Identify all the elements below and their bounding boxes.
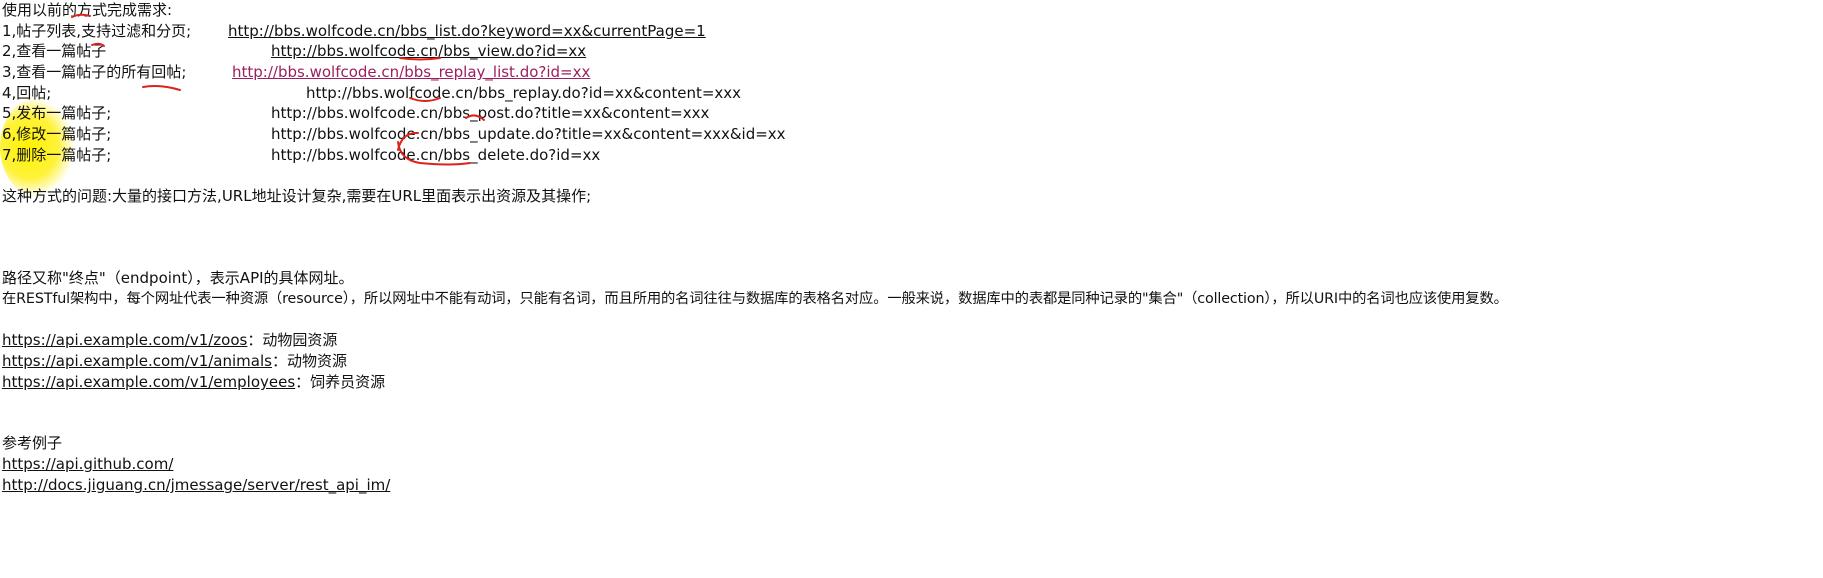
example-url-animals[interactable]: https://api.example.com/v1/animals — [2, 352, 272, 370]
problem-text: 这种方式的问题:大量的接口方法,URL地址设计复杂,需要在URL里面表示出资源及… — [2, 187, 592, 205]
endpoint-title: 路径又称"终点"（endpoint），表示API的具体网址。 — [2, 269, 354, 287]
item-label-5: 5,发布一篇帖子; — [2, 104, 112, 122]
item-label-4: 4,回帖; — [2, 84, 52, 102]
item-label-3: 3,查看一篇帖子的所有回帖; — [2, 63, 187, 81]
example-url-employees[interactable]: https://api.example.com/v1/employees — [2, 373, 295, 391]
item-label-1: 1,帖子列表,支持过滤和分页; — [2, 22, 192, 40]
item-label-7: 7,删除一篇帖子; — [2, 146, 112, 164]
example-row-zoos: https://api.example.com/v1/zoos：动物园资源 — [2, 330, 337, 350]
example-desc-zoos: ：动物园资源 — [247, 331, 338, 349]
item-url-6: http://bbs.wolfcode.cn/bbs_update.do?tit… — [271, 125, 786, 143]
endpoint-description: 在RESTful架构中，每个网址代表一种资源（resource），所以网址中不能… — [2, 291, 1508, 307]
example-url-zoos[interactable]: https://api.example.com/v1/zoos — [2, 331, 247, 349]
example-desc-employees: ：饲养员资源 — [295, 373, 386, 391]
item-url-2[interactable]: http://bbs.wolfcode.cn/bbs_view.do?id=xx — [271, 41, 586, 61]
example-row-animals: https://api.example.com/v1/animals：动物资源 — [2, 351, 347, 371]
example-desc-animals: ：动物资源 — [271, 352, 347, 370]
annotation-underline-item3 — [142, 85, 181, 91]
item-url-1[interactable]: http://bbs.wolfcode.cn/bbs_list.do?keywo… — [228, 21, 706, 41]
intro-text: 使用以前的方式完成需求: — [2, 1, 173, 19]
reference-title: 参考例子 — [2, 434, 63, 452]
item-url-5: http://bbs.wolfcode.cn/bbs_post.do?title… — [271, 104, 710, 122]
item-label-6: 6,修改一篇帖子; — [2, 125, 112, 143]
reference-url-github[interactable]: https://api.github.com/ — [2, 454, 173, 474]
item-label-2: 2,查看一篇帖子 — [2, 42, 107, 60]
reference-url-jiguang[interactable]: http://docs.jiguang.cn/jmessage/server/r… — [2, 475, 390, 495]
example-row-employees: https://api.example.com/v1/employees：饲养员… — [2, 372, 385, 392]
item-url-7: http://bbs.wolfcode.cn/bbs_delete.do?id=… — [271, 146, 601, 164]
item-url-4: http://bbs.wolfcode.cn/bbs_replay.do?id=… — [306, 84, 742, 102]
item-url-3[interactable]: http://bbs.wolfcode.cn/bbs_replay_list.d… — [232, 62, 590, 82]
